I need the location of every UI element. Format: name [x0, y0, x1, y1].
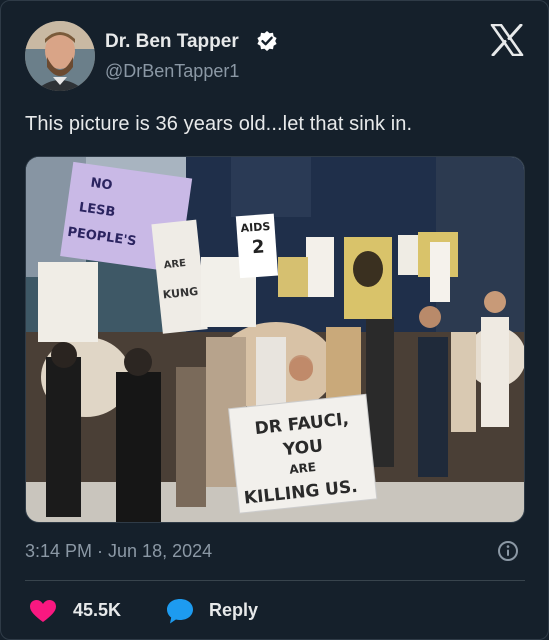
divider	[25, 580, 525, 581]
tweet-card: Dr. Ben Tapper @DrBenTapper1 This pictur…	[0, 0, 549, 640]
photo-sign-aids-line2: 2	[251, 236, 265, 258]
verified-badge-icon	[257, 31, 277, 51]
photo-sign-middle-line1: ARE	[163, 258, 186, 271]
like-count[interactable]: 45.5K	[73, 600, 121, 621]
photo-sign-left-line1: NO	[90, 176, 114, 194]
reply-bubble-icon[interactable]	[165, 597, 195, 625]
photo-sign-main-line3: ARE	[289, 460, 317, 477]
reply-button[interactable]: Reply	[209, 600, 258, 621]
heart-icon[interactable]	[29, 599, 57, 623]
photo-sign-aids-line1: AIDS	[240, 220, 271, 235]
author-name[interactable]: Dr. Ben Tapper	[105, 31, 239, 53]
photo-sign-main-line2: YOU	[281, 436, 324, 460]
tweet-text: This picture is 36 years old...let that …	[25, 113, 413, 135]
info-icon[interactable]	[497, 540, 519, 562]
avatar[interactable]	[25, 21, 95, 91]
tweet-timestamp[interactable]: 3:14 PM · Jun 18, 2024	[25, 541, 212, 562]
x-logo-icon[interactable]	[490, 24, 524, 56]
author-handle[interactable]: @DrBenTapper1	[105, 61, 239, 82]
tweet-photo[interactable]: NO LESB PEOPLE'S ARE KUNG AIDS 2 DR FAUC…	[25, 156, 525, 523]
